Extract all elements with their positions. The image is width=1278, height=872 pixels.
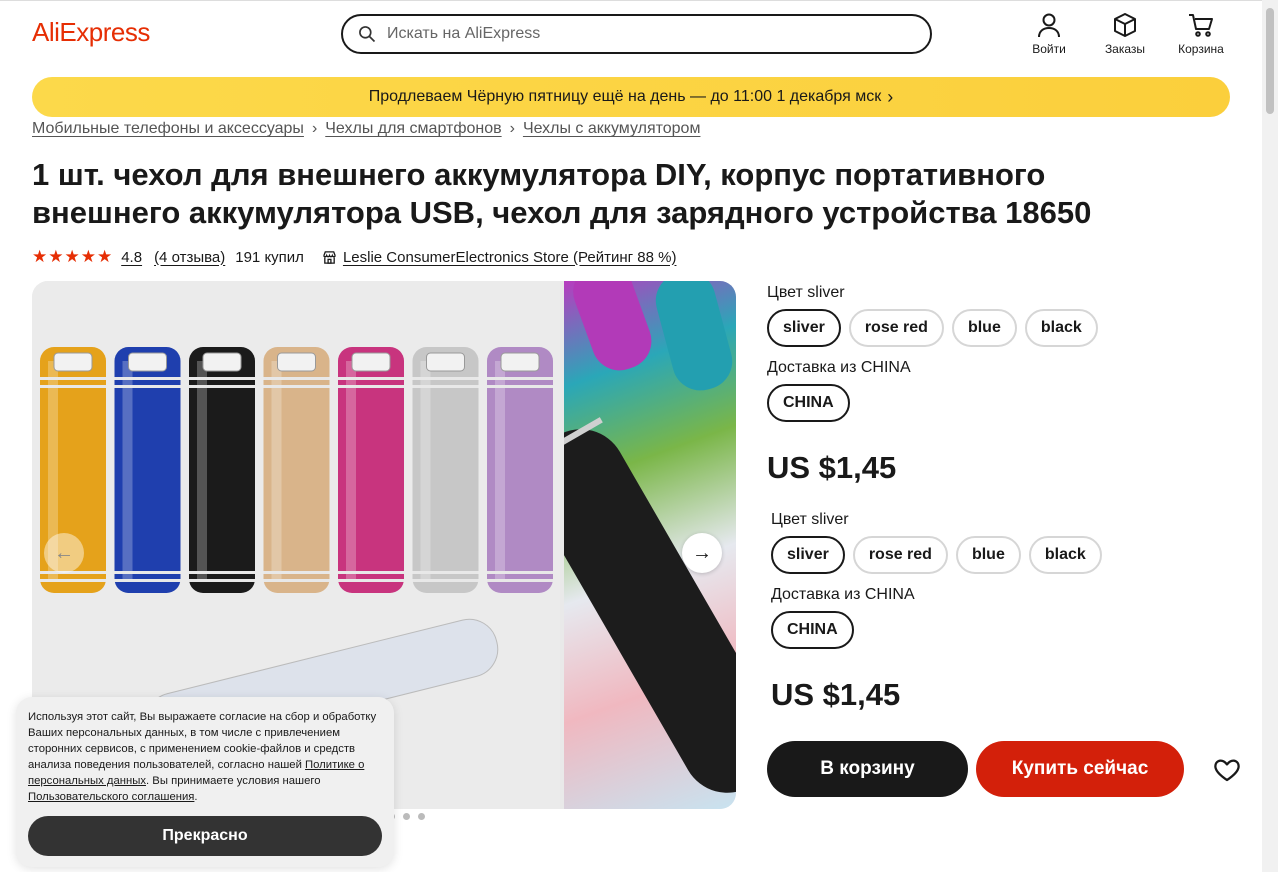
cart-icon — [1189, 14, 1213, 37]
cookie-text: Используя этот сайт, Вы выражаете соглас… — [28, 709, 382, 805]
ship-from-chip[interactable]: CHINA — [767, 384, 850, 422]
price: US $1,45 — [767, 450, 897, 485]
color-chip[interactable]: blue — [951, 309, 1017, 347]
color-chip[interactable]: black — [1024, 309, 1098, 347]
breadcrumb-link[interactable]: Мобильные телефоны и аксессуары — [32, 120, 304, 138]
color-chip[interactable]: black — [1028, 536, 1102, 574]
color-chip[interactable]: rose red — [852, 536, 948, 574]
power-bank-tube — [338, 347, 404, 593]
shipping-label: Доставка из CHINA — [771, 586, 915, 603]
user-agreement-link[interactable]: Пользовательского соглашения — [28, 791, 194, 803]
chevron-right-icon: › — [887, 86, 894, 107]
sku-selector: Цвет sliver sliver rose red blue black Д… — [767, 284, 1098, 486]
search-bar[interactable] — [341, 14, 932, 54]
buy-now-button[interactable]: Купить сейчас — [976, 741, 1184, 797]
power-bank-tube — [114, 347, 181, 593]
color-chips: sliver rose red blue black — [767, 309, 1098, 347]
orders-label: Заказы — [1104, 42, 1146, 56]
rating-value[interactable]: 4.8 — [121, 249, 142, 266]
ship-from-chip[interactable]: CHINA — [771, 611, 854, 649]
chevron-right-icon: › — [311, 120, 318, 137]
cookie-text-part: . — [194, 791, 198, 803]
promo-banner[interactable]: Продлеваем Чёрную пятницу ещё на день — … — [32, 77, 1230, 117]
add-to-cart-button[interactable]: В корзину — [767, 741, 968, 797]
power-bank-tube — [412, 347, 479, 593]
breadcrumb-link[interactable]: Чехлы для смартфонов — [325, 120, 501, 138]
cart-label: Корзина — [1178, 42, 1224, 56]
color-chip[interactable]: blue — [955, 536, 1021, 574]
cookie-text-part: . Вы принимаете условия нашего — [146, 775, 321, 787]
scrollbar-thumb[interactable] — [1266, 8, 1274, 114]
color-label: Цвет sliver — [767, 284, 845, 301]
gallery-next-button[interactable]: → — [682, 533, 722, 573]
product-meta: ★★★★★ 4.8 (4 отзыва) 191 купил Leslie Co… — [32, 247, 676, 267]
power-bank-tube — [189, 347, 255, 593]
login-label: Войти — [1032, 42, 1066, 56]
page-scrollbar[interactable] — [1262, 0, 1278, 872]
color-label: Цвет sliver — [771, 511, 849, 528]
breadcrumb: Мобильные телефоны и аксессуары › Чехлы … — [32, 120, 700, 138]
arrow-right-icon: → — [692, 541, 712, 564]
header: AliExpress Войти Заказы Корзина — [0, 0, 1262, 66]
power-bank-tube — [263, 347, 330, 593]
gallery-prev-button[interactable]: ← — [44, 533, 84, 573]
shipping-chips: CHINA — [767, 384, 1098, 422]
cookie-accept-button[interactable]: Прекрасно — [28, 816, 382, 856]
pagination-dot[interactable] — [403, 813, 410, 820]
color-chip[interactable]: sliver — [767, 309, 841, 347]
breadcrumb-link[interactable]: Чехлы с аккумулятором — [523, 120, 701, 138]
search-icon — [359, 26, 376, 43]
search-input[interactable] — [387, 25, 907, 43]
product-title: 1 шт. чехол для внешнего аккумулятора DI… — [32, 157, 1092, 230]
user-icon — [1038, 13, 1060, 38]
star-rating-icon: ★★★★★ — [32, 247, 114, 266]
login-button[interactable]: Войти — [1019, 11, 1079, 56]
price: US $1,45 — [771, 677, 901, 712]
heart-icon[interactable] — [1212, 755, 1242, 785]
color-chip[interactable]: rose red — [848, 309, 944, 347]
shipping-label: Доставка из CHINA — [767, 359, 911, 376]
store-link[interactable]: Leslie ConsumerElectronics Store (Рейтин… — [343, 249, 677, 266]
cart-button[interactable]: Корзина — [1171, 11, 1231, 56]
color-chip[interactable]: sliver — [771, 536, 845, 574]
power-bank-tube — [487, 347, 553, 593]
chevron-right-icon: › — [509, 120, 515, 137]
sold-count: 191 купил — [235, 248, 304, 266]
pagination-dot[interactable] — [418, 813, 425, 820]
box-icon — [1114, 13, 1136, 37]
sku-selector: Цвет sliver sliver rose red blue black Д… — [771, 511, 1102, 713]
store-icon — [323, 250, 336, 264]
arrow-left-icon: ← — [54, 541, 74, 564]
reviews-link[interactable]: (4 отзыва) — [154, 249, 225, 266]
promo-text: Продлеваем Чёрную пятницу ещё на день — … — [368, 88, 882, 105]
cookie-banner: Используя этот сайт, Вы выражаете соглас… — [16, 697, 394, 867]
shipping-chips: CHINA — [771, 611, 1102, 649]
orders-button[interactable]: Заказы — [1095, 11, 1155, 56]
aliexpress-logo[interactable]: AliExpress — [32, 17, 150, 48]
color-chips: sliver rose red blue black — [771, 536, 1102, 574]
